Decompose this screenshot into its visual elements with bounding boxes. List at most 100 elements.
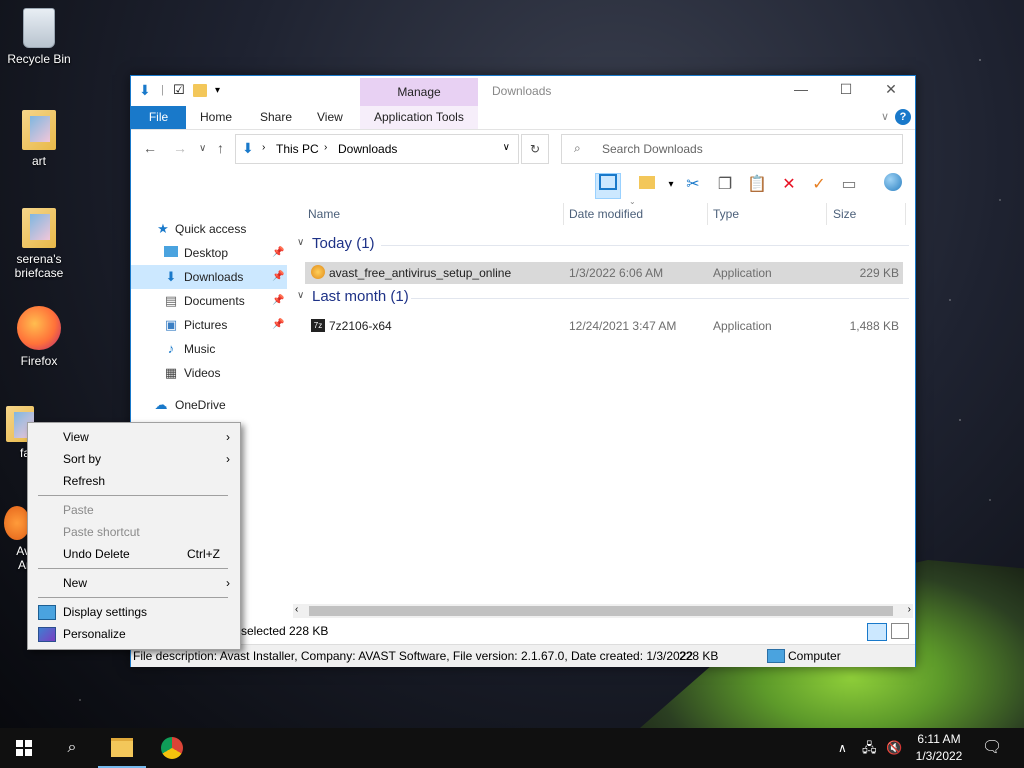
file-size: 1,488 KB [849,319,899,333]
forward-icon[interactable]: → [173,140,187,156]
customize-toolbar-icon[interactable]: ▾ [215,85,220,96]
menu-label: View [63,430,89,444]
close-icon[interactable]: ✕ [881,81,901,98]
menu-item-sort-by[interactable]: Sort by › [28,448,240,470]
delete-icon[interactable]: ✕ [777,173,801,197]
minimize-icon[interactable]: — [791,81,811,97]
column-header-date[interactable]: Date modified [569,207,643,221]
desktop-icon-firefox[interactable]: Firefox [1,306,77,368]
clock[interactable]: 6:11 AM 1/3/2022 [900,731,978,765]
horizontal-scrollbar[interactable]: ‹ › [293,604,913,618]
tab-file[interactable]: File [131,106,186,129]
videos-icon: ▦ [164,365,178,380]
menu-shortcut: Ctrl+Z [187,547,220,561]
tab-application-tools[interactable]: Application Tools [360,106,478,129]
column-header-size[interactable]: Size [833,207,856,221]
menu-item-view[interactable]: View › [28,426,240,448]
menu-item-display-settings[interactable]: Display settings [28,601,240,623]
breadcrumb-this-pc[interactable]: This PC [276,142,319,156]
preview-pane-icon[interactable] [595,173,621,199]
scrollbar-thumb[interactable] [309,606,893,616]
sort-arrow-icon: ⌄ [629,197,636,206]
breadcrumb-downloads[interactable]: Downloads [338,142,397,156]
folder-icon [22,110,56,150]
menu-item-paste[interactable]: Paste [28,499,240,521]
globe-icon[interactable] [881,173,905,197]
paste-icon[interactable]: 📋 [745,173,769,197]
menu-label: New [63,576,88,590]
desktop-icon-serenas-briefcase[interactable]: serena's briefcase [1,208,77,280]
search-icon: ⌕ [67,739,77,756]
back-icon[interactable]: ← [143,140,157,156]
up-icon[interactable]: ↑ [217,140,224,156]
file-date: 12/24/2021 3:47 AM [569,319,677,333]
status-size: 228 KB [289,624,329,638]
file-list: Name ⌄ Date modified Type Size ∨ Today (… [297,197,913,603]
taskbar-chrome[interactable] [148,728,196,768]
desktop-context-menu: View › Sort by › Refresh Paste Paste sho… [27,422,241,650]
network-icon[interactable]: 🖧 [862,728,877,768]
nav-documents[interactable]: ▤ Documents 📌 [131,289,287,313]
taskbar-file-explorer[interactable] [98,728,146,768]
menu-item-new[interactable]: New › [28,572,240,594]
start-button[interactable] [0,728,48,768]
menu-item-personalize[interactable]: Personalize [28,623,240,645]
menu-label: Refresh [63,474,106,488]
maximize-icon[interactable]: ☐ [836,81,856,98]
tab-share[interactable]: Share [246,106,306,129]
scroll-right-icon[interactable]: › [908,604,911,615]
nav-onedrive[interactable]: ☁ OneDrive [131,393,287,417]
properties-icon[interactable]: ☑ [173,82,185,98]
nav-downloads[interactable]: ⬇ Downloads 📌 [131,265,287,289]
help-icon[interactable]: ? [895,109,911,125]
nav-videos[interactable]: ▦ Videos [131,361,287,385]
computer-icon [767,649,785,663]
scroll-left-icon[interactable]: ‹ [295,604,298,615]
file-row[interactable]: avast_free_antivirus_setup_online 1/3/20… [305,262,903,284]
desktop-icon-partial-avast[interactable]: Av Ar [0,506,30,572]
pin-icon: 📌 [272,247,285,258]
menu-item-undo-delete[interactable]: Undo Delete Ctrl+Z [28,543,240,565]
expand-ribbon-icon[interactable]: ∨ [881,110,889,123]
new-folder-icon[interactable] [193,84,207,97]
search-box[interactable]: ⌕ Search Downloads [561,134,903,164]
tab-view[interactable]: View [303,106,357,129]
address-bar[interactable]: ⬇ › This PC › Downloads ∨ [235,134,519,164]
address-dropdown-icon[interactable]: ∨ [503,142,510,153]
file-name: 7z2106-x64 [329,319,392,333]
desktop-icon-partial-folder[interactable]: fa [0,406,34,460]
rename-check-icon[interactable]: ✓ [807,173,831,197]
file-row[interactable]: 7z 7z2106-x64 12/24/2021 3:47 AM Applica… [305,315,903,337]
desktop-icon-art[interactable]: art [1,110,77,168]
quick-access-download-icon[interactable]: ⬇ [139,82,151,99]
notifications-icon[interactable]: 🗨 [982,728,1002,768]
menu-label: Undo Delete [63,547,130,561]
nav-label: Documents [184,294,245,308]
explorer-window: ⬇ | ☑ ▾ Manage Downloads — ☐ ✕ File Home… [130,75,916,667]
show-hidden-icons-icon[interactable]: ∧ [838,728,847,768]
tab-home[interactable]: Home [186,106,246,129]
group-label: Today (1) [312,235,375,252]
properties-card-icon[interactable]: ▭ [837,173,861,197]
column-separator [826,203,827,225]
nav-quick-access[interactable]: ★ Quick access [131,217,287,241]
details-view-icon[interactable] [867,623,887,641]
folder-icon [22,208,56,248]
search-button[interactable]: ⌕ [48,728,96,768]
nav-music[interactable]: ♪ Music [131,337,287,361]
tab-manage[interactable]: Manage [360,78,478,106]
recent-locations-icon[interactable]: ∨ [199,143,206,154]
menu-item-paste-shortcut[interactable]: Paste shortcut [28,521,240,543]
desktop-icon-recycle-bin[interactable]: Recycle Bin [1,8,77,66]
refresh-button[interactable]: ↻ [521,134,549,164]
column-header-type[interactable]: Type [713,207,739,221]
dropdown-icon[interactable]: ▾ [659,173,683,197]
nav-desktop[interactable]: Desktop 📌 [131,241,287,265]
menu-item-refresh[interactable]: Refresh [28,470,240,492]
column-header-name[interactable]: Name [308,207,340,221]
cut-icon[interactable]: ✂ [681,173,705,197]
large-icons-view-icon[interactable] [891,623,909,639]
new-folder-menu-icon[interactable] [635,173,659,197]
nav-pictures[interactable]: ▣ Pictures 📌 [131,313,287,337]
copy-icon[interactable]: ❐ [713,173,737,197]
